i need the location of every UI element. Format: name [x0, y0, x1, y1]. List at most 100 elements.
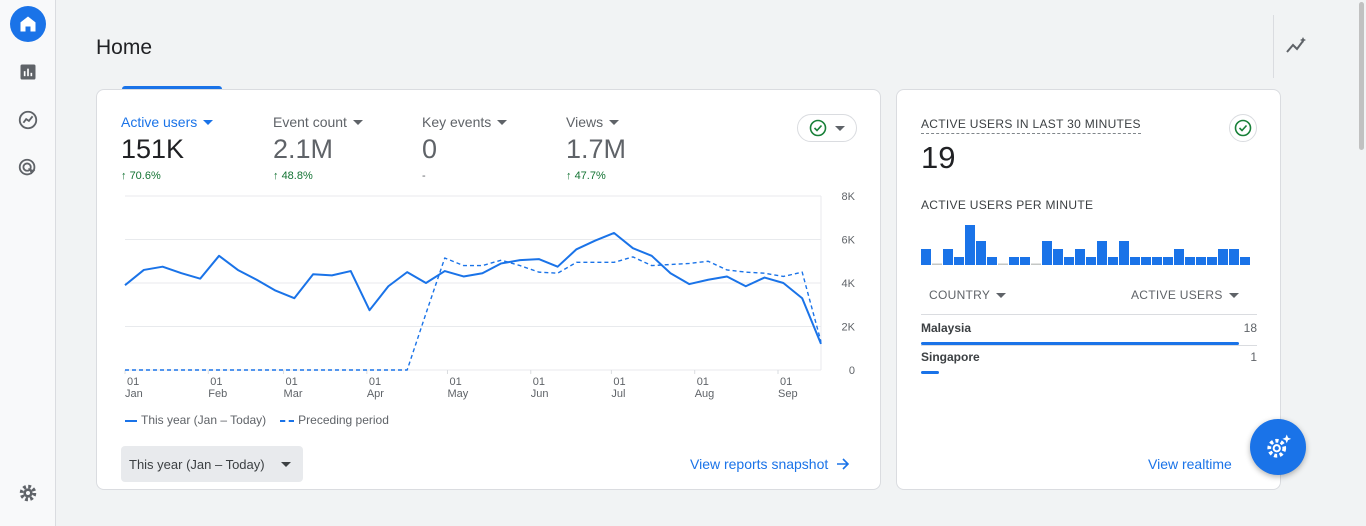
active-users-column-header[interactable]: ACTIVE USERS: [1131, 288, 1239, 302]
explore-icon: [18, 110, 38, 130]
view-realtime-link[interactable]: View realtime: [1148, 456, 1232, 472]
minute-bar[interactable]: [987, 257, 997, 265]
minute-bar[interactable]: [1218, 249, 1228, 265]
x-tick-month: Aug: [695, 388, 715, 400]
legend-label: This year (Jan – Today): [141, 413, 267, 427]
page-title: Home: [96, 36, 153, 59]
insights-icon[interactable]: [1286, 36, 1308, 56]
link-label: View reports snapshot: [690, 456, 829, 472]
y-tick-label: 2K: [842, 322, 856, 334]
dashed-line-swatch: [280, 419, 295, 422]
advertising-icon: [18, 158, 36, 176]
minute-bar[interactable]: [943, 249, 953, 265]
settings-button[interactable]: [10, 475, 46, 511]
divider: [921, 314, 1257, 315]
x-tick-day: 01: [210, 376, 222, 388]
legend-preceding: Preceding period: [280, 413, 389, 427]
realtime-value: 19: [921, 140, 956, 175]
table-row: Singapore 1: [921, 350, 1257, 374]
minute-bar[interactable]: [954, 257, 964, 265]
sidebar: [0, 0, 56, 526]
x-tick-day: 01: [369, 376, 381, 388]
minute-bar[interactable]: [1009, 257, 1019, 265]
country-name: Singapore: [921, 350, 980, 364]
x-tick-month: Jan: [125, 388, 143, 400]
x-tick-day: 01: [533, 376, 545, 388]
minute-bar[interactable]: [976, 241, 986, 265]
date-range-select[interactable]: This year (Jan – Today): [121, 446, 303, 482]
nav-reports[interactable]: [10, 54, 46, 90]
minute-bar[interactable]: [1207, 257, 1217, 265]
minute-bar[interactable]: [1097, 241, 1107, 265]
x-tick-day: 01: [697, 376, 709, 388]
minute-bar[interactable]: [1053, 249, 1063, 265]
minute-bar[interactable]: [1185, 257, 1195, 265]
x-tick-day: 01: [286, 376, 298, 388]
per-minute-label: ACTIVE USERS PER MINUTE: [921, 198, 1094, 212]
reports-icon: [20, 64, 36, 80]
x-tick-month: Mar: [284, 388, 303, 400]
minute-bar[interactable]: [1130, 257, 1140, 265]
realtime-title[interactable]: ACTIVE USERS IN LAST 30 MINUTES: [921, 117, 1141, 134]
minute-bar[interactable]: [1196, 257, 1206, 265]
x-tick-month: Jul: [611, 388, 625, 400]
x-tick-month: Apr: [367, 388, 384, 400]
minute-bar[interactable]: [921, 249, 931, 265]
x-tick-day: 01: [127, 376, 139, 388]
minute-bar[interactable]: [1031, 263, 1041, 266]
line-chart: 02K4K6K8K01Jan01Feb01Mar01Apr01May01Jun0…: [124, 191, 856, 400]
minute-bar[interactable]: [1042, 241, 1052, 265]
minute-bar[interactable]: [1086, 257, 1096, 265]
nav-home[interactable]: [10, 6, 46, 42]
dropdown-arrow-icon: [1228, 292, 1239, 298]
minute-bar[interactable]: [1240, 257, 1250, 265]
minute-bar[interactable]: [1152, 257, 1162, 265]
table-row: Malaysia 18: [921, 321, 1257, 346]
scrollbar[interactable]: [1358, 0, 1366, 526]
minute-bar[interactable]: [1075, 249, 1085, 265]
y-tick-label: 4K: [842, 278, 856, 290]
dropdown-arrow-icon: [996, 292, 1007, 298]
solid-line-swatch: [125, 419, 137, 422]
scrollbar-thumb[interactable]: [1359, 2, 1364, 150]
share-bar: [921, 371, 939, 374]
y-tick-label: 0: [849, 365, 855, 377]
link-label: View realtime: [1148, 456, 1232, 472]
x-tick-month: Sep: [778, 388, 798, 400]
minute-bar[interactable]: [998, 263, 1008, 266]
nav-explore[interactable]: [10, 102, 46, 138]
minute-bar[interactable]: [1141, 257, 1151, 265]
overview-card: Active users 151K ↑ 70.6% Event count 2.…: [96, 89, 881, 490]
minute-bar[interactable]: [1064, 257, 1074, 265]
column-label: ACTIVE USERS: [1131, 288, 1223, 302]
assistant-fab[interactable]: [1250, 419, 1306, 475]
x-tick-day: 01: [449, 376, 461, 388]
divider: [921, 345, 1257, 346]
x-tick-day: 01: [780, 376, 792, 388]
minute-bar[interactable]: [1174, 249, 1184, 265]
minute-bar[interactable]: [932, 263, 942, 266]
legend-this-year: This year (Jan – Today): [125, 413, 266, 427]
user-count: 18: [1243, 321, 1257, 335]
minute-bar[interactable]: [1108, 257, 1118, 265]
minute-bar[interactable]: [1163, 257, 1173, 265]
minute-bar[interactable]: [1119, 241, 1129, 265]
date-range-value: This year (Jan – Today): [129, 456, 265, 472]
arrow-right-icon: [837, 458, 850, 470]
minute-bar[interactable]: [965, 225, 975, 265]
gear-icon: [19, 484, 37, 502]
legend-label: Preceding period: [298, 413, 389, 427]
nav-advertising[interactable]: [10, 150, 46, 186]
column-label: COUNTRY: [929, 288, 991, 302]
x-tick-day: 01: [613, 376, 625, 388]
view-reports-snapshot-link[interactable]: View reports snapshot: [690, 456, 850, 472]
dropdown-arrow-icon: [280, 461, 291, 467]
y-tick-label: 6K: [842, 235, 856, 247]
home-icon: [20, 16, 36, 32]
minute-bar[interactable]: [1229, 249, 1239, 265]
country-name: Malaysia: [921, 321, 972, 335]
check-circle-icon: [1234, 119, 1252, 137]
minute-bar[interactable]: [1020, 257, 1030, 265]
country-column-header[interactable]: COUNTRY: [929, 288, 1007, 302]
realtime-status-button[interactable]: [1229, 114, 1257, 142]
